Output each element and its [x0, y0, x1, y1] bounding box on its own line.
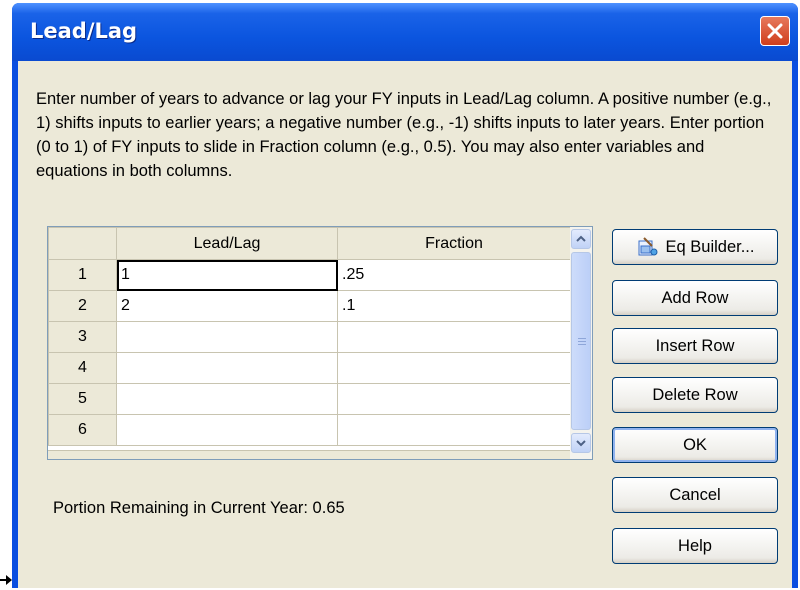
fraction-cell[interactable] [337, 383, 571, 415]
fraction-cell[interactable] [337, 321, 571, 353]
table-row: 4 [48, 352, 571, 384]
row-number[interactable]: 3 [48, 321, 117, 353]
vertical-scrollbar[interactable] [570, 227, 592, 459]
eq-builder-label: Eq Builder... [665, 237, 755, 256]
row-number[interactable]: 2 [48, 290, 117, 322]
close-button[interactable] [760, 16, 790, 46]
insert-row-button[interactable]: Insert Row [612, 328, 778, 364]
thumb-grip [578, 341, 586, 342]
table-row: 6 [48, 414, 571, 446]
row-number[interactable]: 1 [48, 259, 117, 291]
row-number[interactable]: 6 [48, 414, 117, 446]
lead-lag-grid: Lead/Lag Fraction 1 1 .25 2 2 .1 3 4 5 6 [47, 226, 593, 460]
leadlag-cell[interactable] [116, 321, 338, 353]
grid-header-row: Lead/Lag Fraction [48, 227, 571, 260]
eq-builder-button[interactable]: Eq Builder... [612, 229, 778, 265]
scroll-down-button[interactable] [571, 433, 591, 453]
table-row: 1 1 .25 [48, 259, 571, 291]
grid-footer-strip [48, 450, 592, 459]
title-bar[interactable]: Lead/Lag [12, 3, 798, 61]
chevron-down-icon [576, 440, 586, 447]
add-row-button[interactable]: Add Row [612, 280, 778, 316]
column-header-fraction[interactable]: Fraction [337, 227, 571, 260]
ok-button[interactable]: OK [612, 427, 778, 463]
cancel-button[interactable]: Cancel [612, 477, 778, 513]
instructions-text: Enter number of years to advance or lag … [36, 90, 772, 180]
close-icon [767, 23, 783, 39]
table-row: 3 [48, 321, 571, 353]
dialog-title: Lead/Lag [30, 19, 138, 43]
leadlag-cell[interactable] [116, 352, 338, 384]
portion-remaining-text: Portion Remaining in Current Year: 0.65 [53, 499, 345, 517]
dialog-body: Enter number of years to advance or lag … [18, 61, 792, 588]
grid-table: Lead/Lag Fraction 1 1 .25 2 2 .1 3 4 5 6 [48, 227, 571, 446]
leadlag-cell[interactable]: 1 [116, 259, 338, 291]
scroll-up-button[interactable] [571, 229, 591, 249]
table-row: 5 [48, 383, 571, 415]
column-header-leadlag[interactable]: Lead/Lag [116, 227, 338, 260]
fraction-cell[interactable] [337, 414, 571, 446]
thumb-grip [578, 344, 586, 345]
thumb-grip [578, 338, 586, 339]
corner-header [48, 227, 117, 260]
leadlag-cell[interactable] [116, 414, 338, 446]
table-row: 2 2 .1 [48, 290, 571, 322]
fraction-cell[interactable]: .25 [337, 259, 571, 291]
scrollbar-thumb[interactable] [571, 252, 591, 430]
fraction-cell[interactable] [337, 352, 571, 384]
row-number[interactable]: 5 [48, 383, 117, 415]
pointer-arrow-icon [0, 575, 12, 585]
leadlag-cell[interactable]: 2 [116, 290, 338, 322]
chevron-up-icon [576, 235, 586, 242]
leadlag-cell[interactable] [116, 383, 338, 415]
row-number[interactable]: 4 [48, 352, 117, 384]
help-button[interactable]: Help [612, 528, 778, 564]
equation-builder-icon [638, 237, 657, 256]
delete-row-button[interactable]: Delete Row [612, 377, 778, 413]
fraction-cell[interactable]: .1 [337, 290, 571, 322]
lead-lag-dialog: Lead/Lag Enter number of years to advanc… [12, 3, 798, 588]
